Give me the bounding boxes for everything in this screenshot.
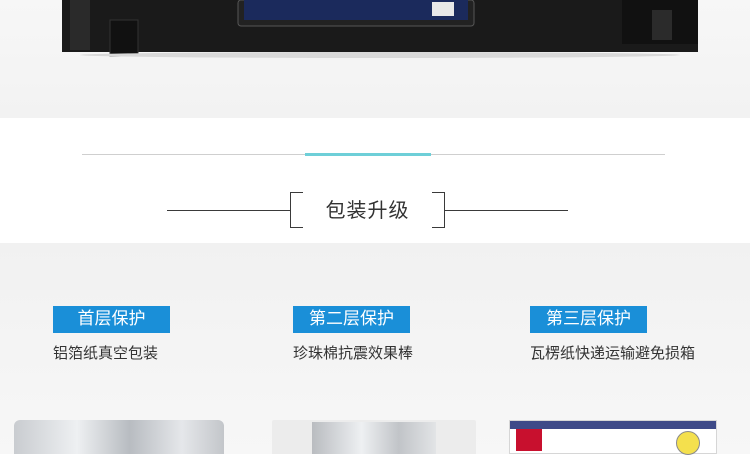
layer-badge: 第二层保护	[293, 306, 410, 333]
section-divider-accent	[305, 153, 431, 156]
title-rule-right	[445, 210, 568, 211]
packaging-layer-2: 第二层保护 珍珠棉抗震效果棒	[293, 306, 413, 363]
foil-vacuum-pack-image	[14, 420, 224, 454]
layer-badge: 首层保护	[53, 306, 170, 333]
sticker-icon	[676, 431, 700, 455]
brand-logo-icon	[516, 429, 542, 451]
product-image-band	[0, 0, 750, 118]
layer-description: 瓦楞纸快递运输避免损箱	[530, 344, 696, 362]
layer-description: 铝箔纸真空包装	[53, 344, 159, 362]
corrugated-box-image	[509, 420, 717, 455]
section-title-frame: 包装升级	[290, 192, 445, 228]
box-top-stripe	[510, 421, 716, 429]
layer-description: 珍珠棉抗震效果棒	[293, 344, 414, 362]
foil-inner-image	[312, 422, 436, 454]
packaging-layer-3: 第三层保护 瓦楞纸快递运输避免损箱	[530, 306, 695, 363]
toner-cartridge-image	[62, 0, 698, 58]
layer-badge: 第三层保护	[530, 306, 647, 333]
packaging-layer-1: 首层保护 铝箔纸真空包装	[53, 306, 170, 363]
pearl-foam-pack-image	[272, 420, 476, 454]
title-rule-left	[167, 210, 290, 211]
section-title: 包装升级	[325, 198, 410, 222]
